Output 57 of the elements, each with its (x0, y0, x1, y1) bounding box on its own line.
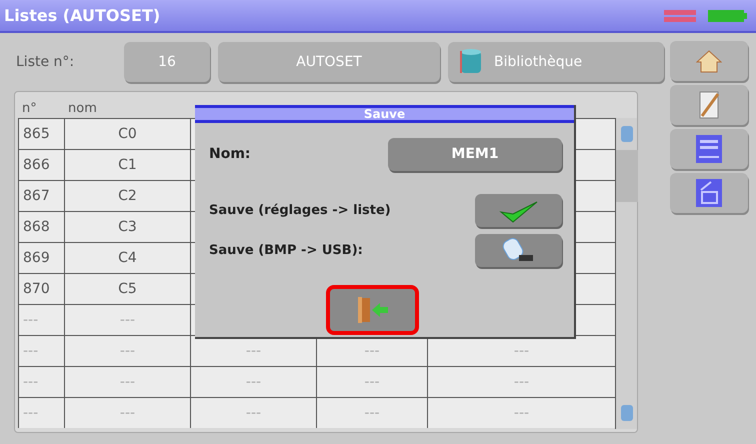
table-cell-text: 867 (23, 186, 50, 206)
library-button[interactable]: Bibliothèque (448, 42, 664, 82)
table-cell-text: --- (120, 310, 136, 330)
home-icon (696, 49, 722, 73)
table-cell-text: C3 (118, 218, 137, 236)
table-cell-text: C1 (118, 156, 137, 174)
table-cell-text: --- (246, 404, 262, 422)
exit-button[interactable] (326, 285, 419, 335)
table-cell-text: --- (120, 372, 136, 392)
table-cell-text: 866 (23, 156, 50, 174)
usb-button[interactable] (475, 234, 562, 267)
list-name-button[interactable]: AUTOSET (218, 42, 440, 82)
table-cell-text: --- (23, 342, 38, 360)
dialog-title: Sauve (364, 106, 406, 123)
database-icon (460, 48, 482, 76)
scrollbar[interactable] (615, 118, 637, 429)
table-cell-text: --- (23, 372, 38, 392)
confirm-button[interactable] (475, 194, 562, 227)
exit-door-icon (356, 295, 390, 325)
column-header: n° (21, 100, 38, 118)
table-cell-text: --- (23, 404, 38, 422)
status-indicator-icon (664, 8, 696, 22)
home-button[interactable] (670, 41, 748, 81)
scroll-thumb[interactable] (616, 150, 638, 202)
table-cell-text: C0 (118, 124, 137, 144)
table-cell-text: --- (246, 342, 262, 360)
table-cell-text: 869 (23, 248, 50, 268)
window-title: Listes (AUTOSET) (4, 4, 160, 26)
action-label: Sauve (réglages -> liste) (209, 202, 392, 220)
table-cell-text: C5 (118, 280, 137, 298)
list-number-label: Liste n°: (16, 52, 76, 72)
table-cell-text: C4 (118, 248, 137, 268)
tv-button[interactable] (670, 173, 748, 213)
action-label: Sauve (BMP -> USB): (209, 242, 364, 260)
table-cell-text: --- (364, 372, 380, 392)
table-cell-text: --- (246, 372, 262, 392)
name-field[interactable]: MEM1 (388, 138, 562, 171)
list-number-button[interactable]: 16 (124, 42, 210, 82)
live-button[interactable] (670, 129, 748, 169)
table-cell-text: --- (120, 404, 136, 422)
table-cell-text: --- (514, 372, 530, 392)
table-cell-text: 865 (23, 124, 50, 144)
table-cell-text: --- (120, 342, 136, 360)
table-cell-text: C2 (118, 186, 137, 206)
column-header: nom (67, 100, 98, 118)
tools-button[interactable] (670, 85, 748, 125)
table-cell-text: --- (514, 342, 530, 360)
table-cell-text: --- (364, 404, 380, 422)
table-cell-text: --- (364, 342, 380, 360)
table-cell-text: 868 (23, 218, 50, 236)
name-label: Nom: (209, 145, 252, 164)
table-cell-text: --- (514, 404, 530, 422)
table-cell-text: 870 (23, 280, 50, 298)
battery-icon (708, 8, 748, 22)
table-cell-text: --- (23, 310, 38, 330)
tv-screen-icon (695, 178, 723, 208)
live-screen-icon (695, 134, 723, 164)
